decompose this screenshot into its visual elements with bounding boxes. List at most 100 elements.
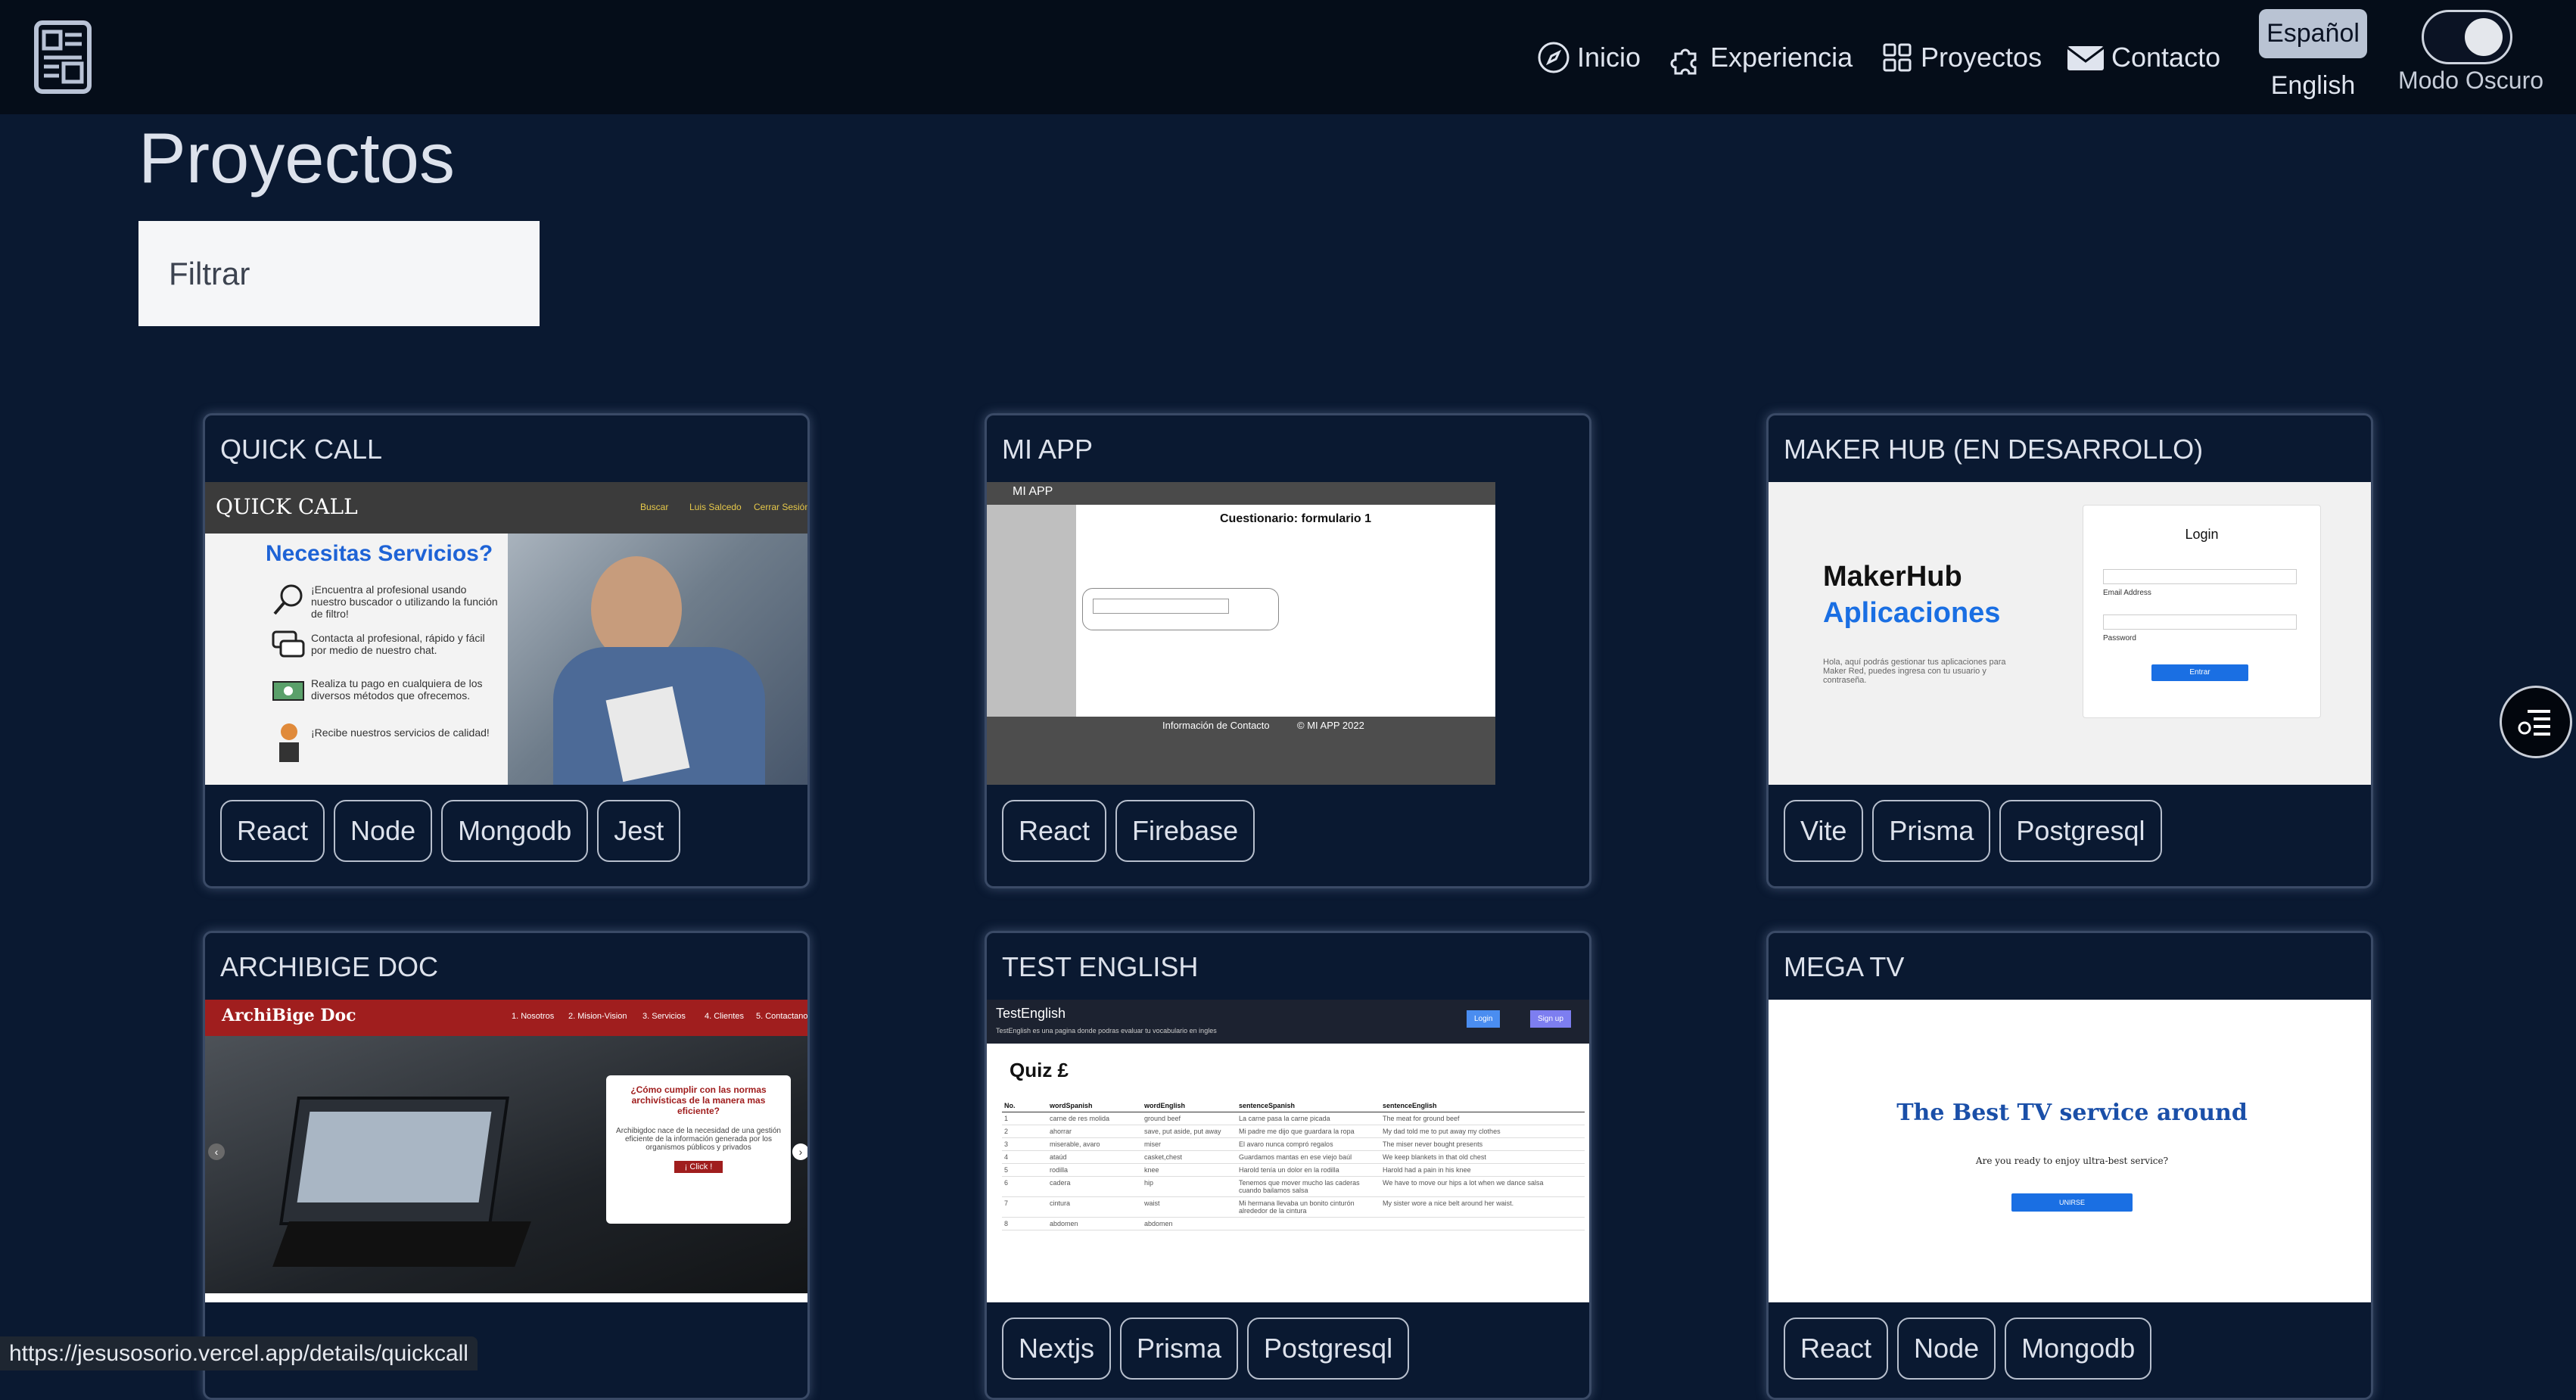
lang-english-button[interactable]: English [2259,67,2367,104]
compass-icon [1538,42,1570,73]
preview-login: Login [1467,1010,1501,1028]
preview-bullet: Realiza tu pago en cualquiera de los div… [311,677,483,702]
column-header: wordEnglish [1144,1102,1185,1109]
project-screenshot: The Best TV service around Are you ready… [1769,1000,2371,1302]
toggle-knob [2465,18,2503,56]
card-title: TEST ENGLISH [1002,951,1199,982]
table-cell: Mi hermana llevaba un bonito cinturón al… [1239,1199,1355,1215]
dark-mode-toggle[interactable] [2422,10,2512,64]
nav-proyectos[interactable]: Proyectos [1880,36,2042,79]
tag-postgresql[interactable]: Postgresql [1999,800,2162,862]
filter-input[interactable] [138,221,540,326]
preview-nav-item: 1. Nosotros [512,1012,555,1021]
tech-tags: Vite Prisma Postgresql [1769,785,2371,877]
table-cell: cadera [1050,1179,1071,1187]
puzzle-icon [1670,48,1697,75]
tech-tags: React Node Mongodb [1769,1302,2371,1395]
table-cell: Tenemos que mover mucho las caderas cuan… [1239,1179,1360,1194]
carousel-next-icon: › [792,1143,807,1160]
settings-menu-button[interactable] [2500,686,2572,758]
preview-signup: Sign up [1530,1010,1571,1028]
envelope-icon [2067,46,2105,70]
tag-react[interactable]: React [1002,800,1107,862]
project-card-archibige[interactable]: ARCHIBIGE DOC ArchiBige Doc 1. Nosotros … [203,931,810,1400]
card-title: ARCHIBIGE DOC [220,951,439,982]
project-card-makerhub[interactable]: MAKER HUB (EN DESARROLLO) MakerHub Aplic… [1766,413,2373,888]
top-navbar: Inicio Experiencia Proyectos Contacto Es… [0,0,2576,114]
preview-table: No. wordSpanish wordEnglish sentenceSpan… [1002,1100,1585,1230]
table-cell: El avaro nunca compró regalos [1239,1140,1333,1148]
table-cell: 3 [1004,1140,1009,1148]
nav-inicio-label: Inicio [1577,42,1641,73]
tag-react[interactable]: React [220,800,325,862]
project-card-miapp[interactable]: MI APP MI APP Cuestionario: formulario 1… [985,413,1591,888]
table-cell: We keep blankets in that old chest [1383,1153,1486,1161]
tag-jest[interactable]: Jest [597,800,681,862]
table-cell: Harold had a pain in his knee [1383,1166,1471,1174]
table-cell: La carne pasa la carne picada [1239,1115,1330,1122]
preview-subtitle: TestEnglish es una pagina donde podras e… [996,1027,1217,1034]
preview-brand: QUICK CALL [216,494,358,519]
tag-vite[interactable]: Vite [1784,800,1864,862]
money-icon [272,681,304,701]
magnifier-icon [273,584,303,615]
preview-headline: The Best TV service around [1896,1100,2248,1126]
tech-tags: React Node Mongodb Jest [205,785,807,877]
table-cell: ahorrar [1050,1128,1072,1135]
table-cell: waist [1144,1199,1160,1207]
project-screenshot: TestEnglish TestEnglish es una pagina do… [987,1000,1589,1302]
chat-icon [272,630,305,658]
preview-headline: Necesitas Servicios? [266,541,493,566]
preview-sub: Are you ready to enjoy ultra-best servic… [1975,1156,2169,1166]
grid-icon [1883,43,1912,72]
column-header: sentenceSpanish [1239,1102,1296,1109]
preview-login-title: Login [2185,527,2219,542]
table-row: 6 cadera hip Tenemos que mover mucho las ca… [1002,1177,1585,1197]
project-card-testenglish[interactable]: TEST ENGLISH TestEnglish TestEnglish es … [985,931,1591,1400]
table-cell: ataúd [1050,1153,1067,1161]
card-title: MAKER HUB (EN DESARROLLO) [1784,434,2204,465]
tag-mongodb[interactable]: Mongodb [441,800,589,862]
preview-join-button: UNIRSE [2011,1193,2133,1212]
preview-text: Archibigdoc nace de la necesidad de una … [616,1127,781,1152]
table-cell: 7 [1004,1199,1009,1207]
preview-nav-item: Cerrar Sesión [754,502,810,512]
table-cell: My sister wore a nice belt around her wa… [1383,1199,1514,1207]
document-logo-icon[interactable] [33,20,92,95]
table-cell: Mi padre me dijo que guardara la ropa [1239,1128,1355,1135]
preview-desc: Hola, aquí podrás gestionar tus aplicaci… [1823,658,2006,685]
preview-brand-line2: Aplicaciones [1823,597,2001,629]
nav-experiencia[interactable]: Experiencia [1669,36,1853,79]
tag-firebase[interactable]: Firebase [1115,800,1255,862]
preview-nav-item: 3. Servicios [642,1012,686,1021]
preview-question: ¿Cómo cumplir con las normas archivístic… [630,1084,767,1116]
preview-form-title: Cuestionario: formulario 1 [1220,512,1372,525]
table-cell: The meat for ground beef [1383,1115,1460,1122]
preview-nav-item: 4. Clientes [705,1012,744,1021]
table-cell: knee [1144,1166,1159,1174]
project-card-megatv[interactable]: MEGA TV The Best TV service around Are y… [1766,931,2373,1400]
page-title: Proyectos [138,118,455,198]
lang-espanol-button[interactable]: Español [2259,9,2367,58]
table-cell: hip [1144,1179,1154,1187]
table-cell: carne de res molida [1050,1115,1110,1122]
table-cell: miser [1144,1140,1161,1148]
preview-brand-line1: MakerHub [1823,561,1962,593]
table-cell: rodilla [1050,1166,1069,1174]
table-cell: miserable, avaro [1050,1140,1100,1148]
table-row: 4 ataúd casket,chest Guardamos mantas en es… [1002,1151,1585,1164]
column-header: sentenceEnglish [1383,1102,1437,1109]
column-header: No. [1004,1102,1016,1109]
tag-node[interactable]: Node [334,800,433,862]
table-row: 7 cintura waist Mi hermana llevaba un bonit… [1002,1197,1585,1218]
nav-experiencia-label: Experiencia [1710,42,1853,73]
preview-password-label: Password [2103,634,2136,642]
tag-prisma[interactable]: Prisma [1872,800,1991,862]
tech-tags: React Firebase [987,785,1589,877]
project-card-quickcall[interactable]: QUICK CALL QUICK CALL Buscar Luis Salced… [203,413,810,888]
preview-brand: ArchiBige Doc [222,1006,356,1025]
nav-inicio[interactable]: Inicio [1536,36,1641,79]
table-cell [1237,1218,1380,1230]
nav-contacto[interactable]: Contacto [2066,36,2220,79]
preview-email-label: Email Address [2103,589,2151,597]
